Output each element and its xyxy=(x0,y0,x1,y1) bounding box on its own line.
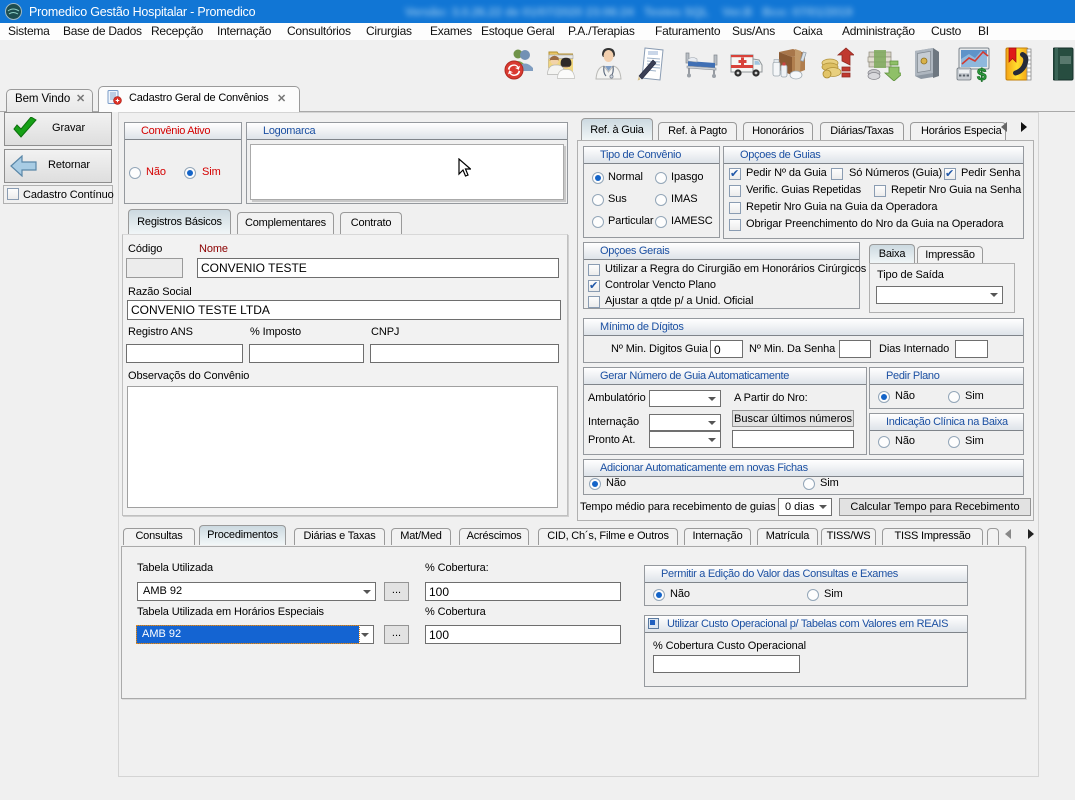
svg-text:$: $ xyxy=(977,65,987,82)
